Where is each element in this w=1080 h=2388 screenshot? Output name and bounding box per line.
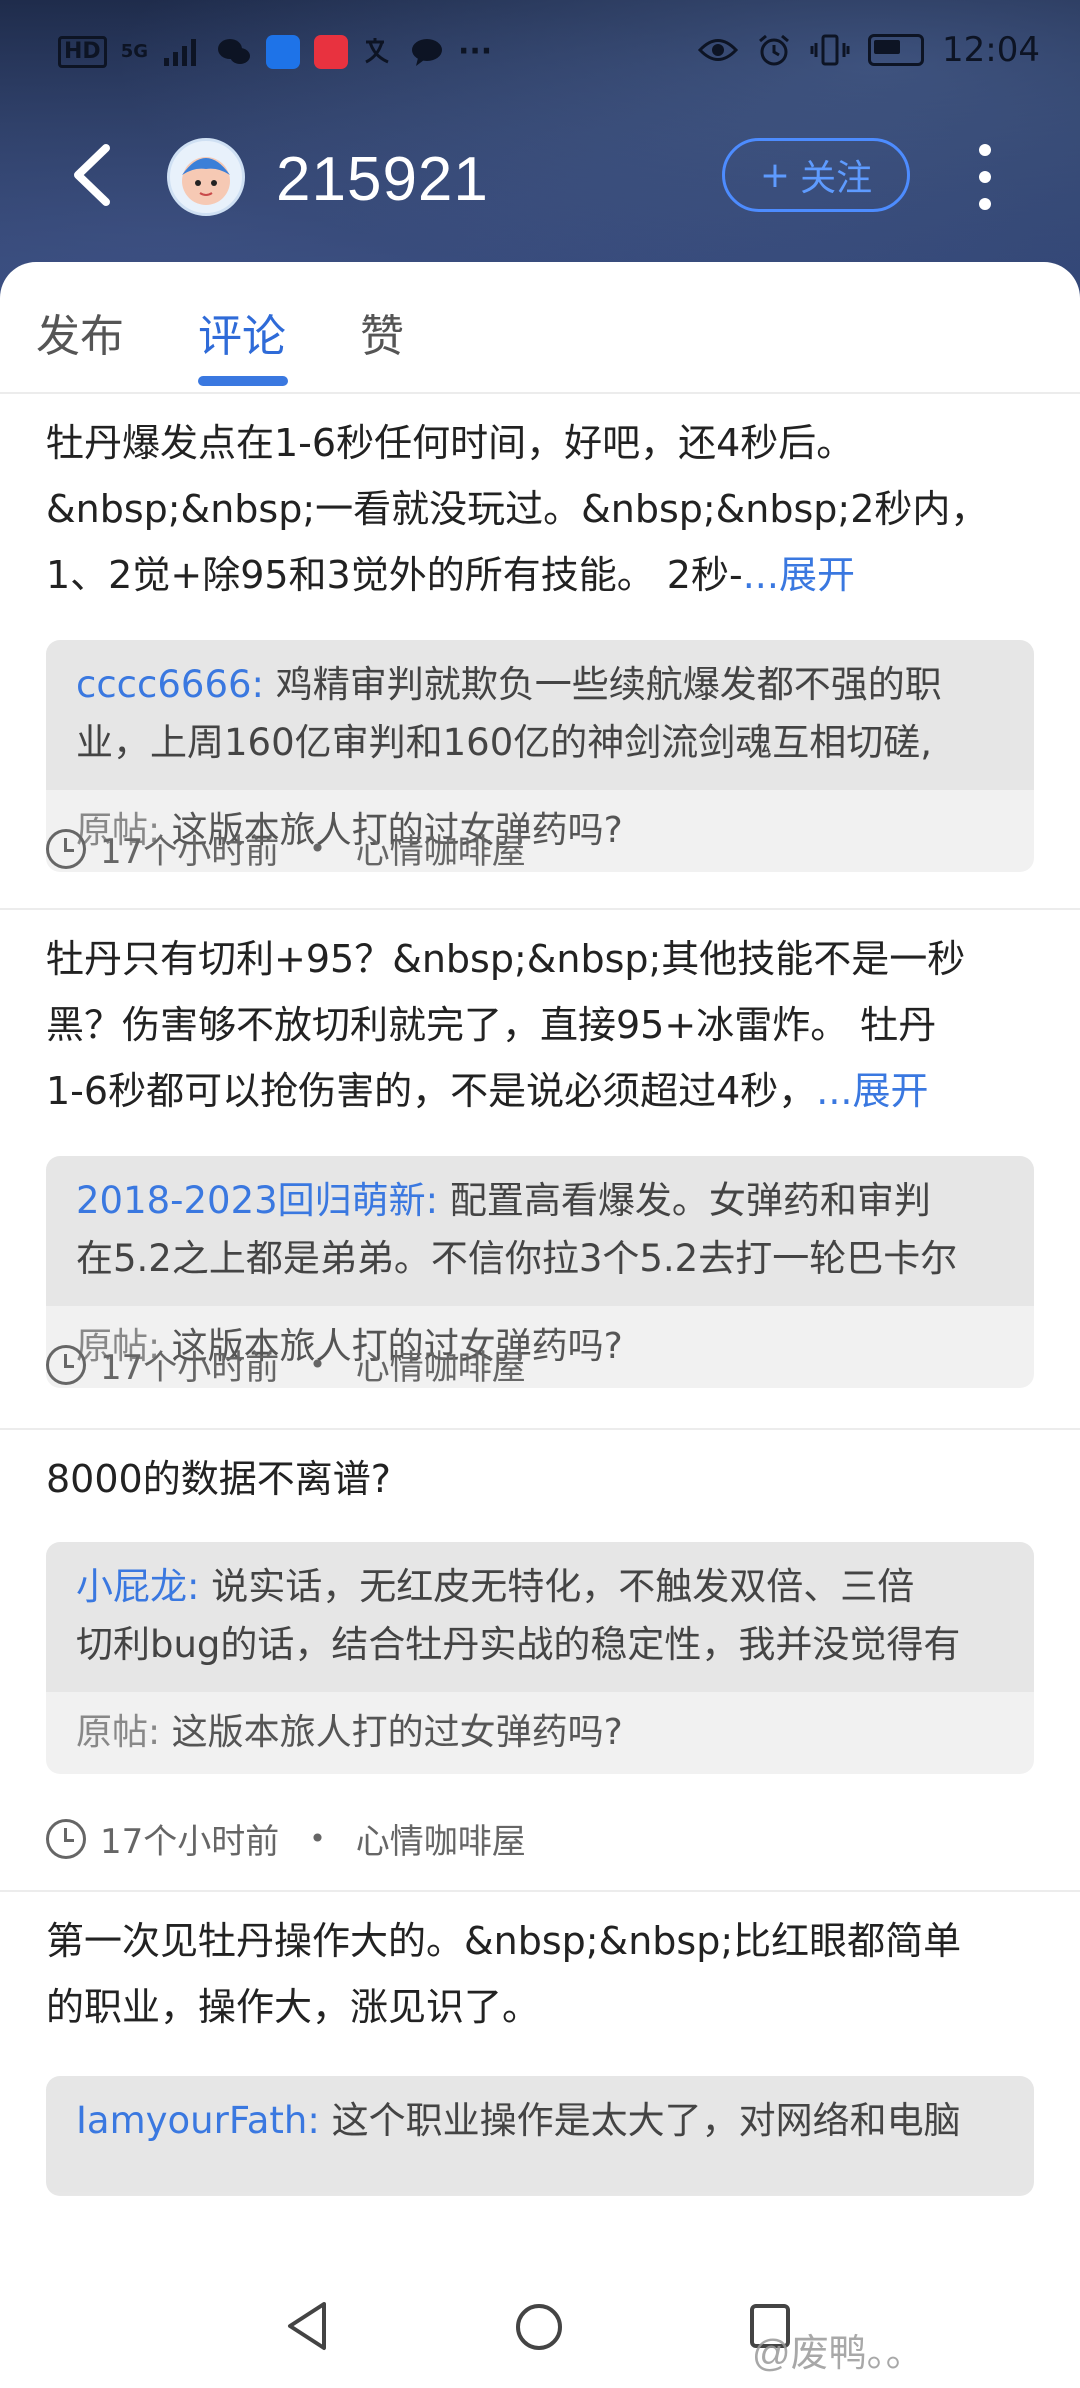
- original-post-label: 原帖:: [76, 1712, 161, 1753]
- comment-time: 17个小时前: [100, 1822, 280, 1862]
- reply-line: 说实话，无红皮无特化，不触发双倍、三倍: [211, 1565, 915, 1608]
- reply-line: 鸡精审判就欺负一些续航爆发都不强的职: [275, 663, 942, 706]
- reply-quote[interactable]: 小屁龙: 说实话，无红皮无特化，不触发双倍、三倍 切利bug的话，结合牡丹实战的…: [46, 1542, 1034, 1774]
- profile-header: HD 5G ··· 12:04 215921 + 关注: [0, 0, 1080, 300]
- reply-line: 在5.2之上都是弟弟。不信你拉3个5.2去打一轮巴卡尔: [76, 1237, 958, 1280]
- follow-button[interactable]: + 关注: [722, 138, 910, 212]
- forum-name[interactable]: 心情咖啡屋: [356, 1340, 526, 1389]
- more-options-button[interactable]: [970, 144, 1000, 210]
- status-right: 12:04: [698, 30, 1040, 70]
- reply-username[interactable]: cccc6666:: [76, 663, 264, 706]
- lightbulb-app-icon: [266, 34, 300, 69]
- reply-content: 小屁龙: 说实话，无红皮无特化，不触发双倍、三倍 切利bug的话，结合牡丹实战的…: [46, 1542, 1034, 1692]
- vibrate-icon: [810, 34, 850, 66]
- mascot-avatar-icon: [182, 157, 230, 205]
- chat-bubble-icon: [412, 38, 442, 66]
- nav-home-icon[interactable]: [516, 2304, 562, 2350]
- comment-line: 牡丹只有切利+95？&nbsp;&nbsp;其他技能不是一秒: [46, 937, 966, 981]
- expand-link[interactable]: ...展开: [816, 1069, 928, 1113]
- content-sheet: 发布 评论 赞 牡丹爆发点在1-6秒任何时间，好吧，还4秒后。 &nbsp;&n…: [0, 262, 1080, 2388]
- comment-text: 第一次见牡丹操作大的。&nbsp;&nbsp;比红眼都简单 的职业，操作大，涨见…: [46, 1908, 1036, 2040]
- separator-dot: •: [309, 832, 326, 865]
- follow-label: 关注: [800, 158, 873, 199]
- clock-icon: [46, 828, 86, 869]
- hd-indicator: HD: [58, 35, 107, 68]
- comment-text: 牡丹只有切利+95？&nbsp;&nbsp;其他技能不是一秒 黑？伤害够不放切利…: [46, 926, 1036, 1124]
- watermark: @废鸭。。: [752, 2333, 924, 2375]
- separator-dot: •: [309, 1348, 326, 1381]
- reply-username[interactable]: IamyourFath:: [76, 2099, 320, 2142]
- reply-line: 切利bug的话，结合牡丹实战的稳定性，我并没觉得有: [76, 1623, 961, 1666]
- tab-bar: 发布 评论 赞: [0, 262, 1080, 394]
- reply-quote[interactable]: IamyourFath: 这个职业操作是太大了，对网络和电脑: [46, 2076, 1034, 2196]
- comment-meta: 17个小时前 • 心情咖啡屋: [46, 1814, 526, 1863]
- comment-line: 1-6秒都可以抢伤害的，不是说必须超过4秒，...展开: [46, 1069, 929, 1113]
- wechat-icon: [218, 38, 250, 64]
- comment-text: 8000的数据不离谱?: [46, 1446, 1036, 1512]
- comment-item[interactable]: 牡丹只有切利+95？&nbsp;&nbsp;其他技能不是一秒 黑？伤害够不放切利…: [0, 908, 1080, 1430]
- forum-name[interactable]: 心情咖啡屋: [356, 1814, 526, 1863]
- comment-line: 8000的数据不离谱?: [46, 1457, 391, 1501]
- comment-item[interactable]: 8000的数据不离谱? 小屁龙: 说实话，无红皮无特化，不触发双倍、三倍 切利b…: [0, 1428, 1080, 1892]
- dot-icon: [979, 171, 991, 183]
- tab-posts[interactable]: 发布: [36, 300, 124, 364]
- eye-icon: [698, 39, 739, 61]
- translate-icon: [365, 37, 389, 63]
- comment-line: &nbsp;&nbsp;一看就没玩过。&nbsp;&nbsp;2秒内，: [46, 487, 989, 531]
- reply-username[interactable]: 2018-2023回归萌新:: [76, 1179, 438, 1222]
- signal-icon: [164, 38, 196, 66]
- clock-icon: [46, 1818, 86, 1859]
- reply-line: 业，上周160亿审判和160亿的神剑流剑魂互相切磋,: [76, 721, 933, 764]
- separator-dot: •: [309, 1822, 326, 1855]
- comment-time: 17个小时前: [100, 1348, 280, 1388]
- status-left: HD 5G ···: [58, 34, 492, 69]
- more-notifications: ···: [458, 34, 493, 69]
- comment-line: 第一次见牡丹操作大的。&nbsp;&nbsp;比红眼都简单: [46, 1919, 962, 1963]
- reader-app-icon: [314, 34, 348, 69]
- comment-time: 17个小时前: [100, 832, 280, 872]
- scroll-fade: [0, 2190, 1080, 2270]
- back-button[interactable]: [66, 142, 120, 208]
- comment-line: 黑？伤害够不放切利就完了，直接95+冰雷炸。 牡丹: [46, 1003, 937, 1047]
- avatar[interactable]: [167, 138, 245, 216]
- expand-link[interactable]: ...展开: [743, 553, 855, 597]
- dot-icon: [979, 198, 991, 210]
- clock-icon: [46, 1344, 86, 1385]
- alarm-icon: [759, 34, 789, 66]
- forum-name[interactable]: 心情咖啡屋: [356, 824, 526, 873]
- tab-comments[interactable]: 评论: [198, 300, 286, 364]
- plus-icon: +: [759, 154, 791, 196]
- tab-likes[interactable]: 赞: [360, 300, 404, 364]
- reply-content: cccc6666: 鸡精审判就欺负一些续航爆发都不强的职 业，上周160亿审判和…: [46, 640, 1034, 790]
- comment-text: 牡丹爆发点在1-6秒任何时间，好吧，还4秒后。 &nbsp;&nbsp;一看就没…: [46, 410, 1036, 608]
- active-tab-indicator: [198, 376, 288, 386]
- clock-time: 12:04: [942, 30, 1040, 70]
- dot-icon: [979, 144, 991, 156]
- reply-content: IamyourFath: 这个职业操作是太大了，对网络和电脑: [46, 2076, 1034, 2196]
- reply-content: 2018-2023回归萌新: 配置高看爆发。女弹药和审判 在5.2之上都是弟弟。…: [46, 1156, 1034, 1306]
- comment-line: 牡丹爆发点在1-6秒任何时间，好吧，还4秒后。: [46, 421, 855, 465]
- profile-username: 215921: [276, 145, 489, 214]
- chevron-left-icon: [74, 144, 110, 206]
- original-post-link[interactable]: 原帖: 这版本旅人打的过女弹药吗?: [46, 1692, 1034, 1774]
- status-bar: HD 5G ··· 12:04: [0, 0, 1080, 100]
- reply-username[interactable]: 小屁龙:: [76, 1565, 199, 1608]
- comment-line: 的职业，操作大，涨见识了。: [46, 1985, 541, 2029]
- reply-line: 配置高看爆发。女弹药和审判: [449, 1179, 931, 1222]
- original-post-title: 这版本旅人打的过女弹药吗?: [171, 1712, 623, 1753]
- reply-line: 这个职业操作是太大了，对网络和电脑: [331, 2099, 961, 2142]
- comment-meta: 17个小时前 • 心情咖啡屋: [46, 1340, 526, 1389]
- comment-meta: 17个小时前 • 心情咖啡屋: [46, 824, 526, 873]
- signal-label: 5G: [120, 41, 148, 62]
- system-nav-bar: @废鸭。。: [0, 2268, 1080, 2388]
- nav-back-icon[interactable]: [282, 2298, 332, 2354]
- comment-line: 1、2觉+除95和3觉外的所有技能。 2秒-...展开: [46, 553, 855, 597]
- battery-icon: [868, 34, 925, 66]
- comment-item[interactable]: 牡丹爆发点在1-6秒任何时间，好吧，还4秒后。 &nbsp;&nbsp;一看就没…: [0, 392, 1080, 910]
